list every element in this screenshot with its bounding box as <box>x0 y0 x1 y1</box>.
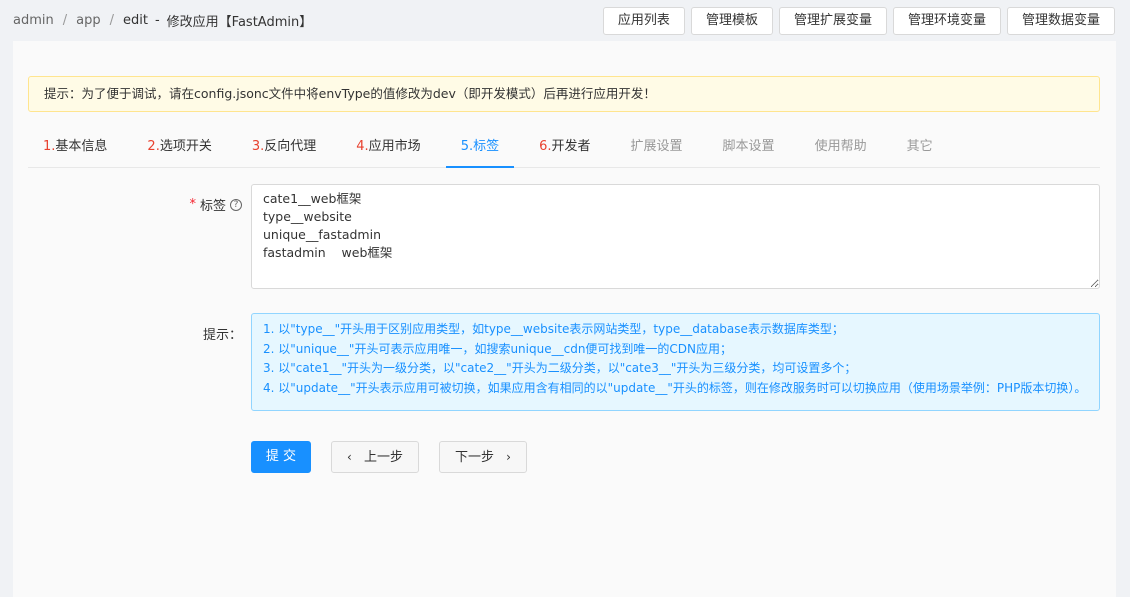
chevron-left-icon: ‹ <box>347 450 352 464</box>
tab-developer[interactable]: 6.开发者 <box>524 127 605 168</box>
top-button-group: 应用列表 管理模板 管理扩展变量 管理环境变量 管理数据变量 <box>602 7 1115 35</box>
tab-basic-info[interactable]: 1.基本信息 <box>28 127 122 168</box>
tab-label: 应用市场 <box>368 139 421 154</box>
app-list-button[interactable]: 应用列表 <box>602 7 685 35</box>
breadcrumb-item-admin[interactable]: admin <box>13 13 54 28</box>
dev-mode-alert: 提示：为了便于调试，请在config.jsonc文件中将envType的值修改为… <box>28 76 1100 112</box>
top-bar: admin / app / edit - 修改应用【FastAdmin】 应用列… <box>0 0 1130 41</box>
breadcrumb-item-app[interactable]: app <box>76 13 100 28</box>
prev-step-button[interactable]: ‹ 上一步 <box>331 441 419 473</box>
tab-number: 5. <box>460 139 474 154</box>
tab-number: 2. <box>147 139 160 154</box>
tab-label: 基本信息 <box>55 139 108 154</box>
tip-line: 2. 以"unique__"开头可表示应用唯一，如搜索unique__cdn便可… <box>263 341 733 356</box>
manage-templates-button[interactable]: 管理模板 <box>690 7 773 35</box>
manage-data-vars-button[interactable]: 管理数据变量 <box>1006 7 1115 35</box>
manage-extension-vars-button[interactable]: 管理扩展变量 <box>778 7 887 35</box>
tip-line: 1. 以"type__"开头用于区别应用类型，如type__website表示网… <box>263 322 844 336</box>
tags-tips-box: 1. 以"type__"开头用于区别应用类型，如type__website表示网… <box>251 313 1100 411</box>
tip-line: 4. 以"update__"开头表示应用可被切换，如果应用含有相同的以"upda… <box>263 380 1087 395</box>
required-mark: * <box>189 197 196 212</box>
tab-label: 标签 <box>473 139 500 154</box>
breadcrumb: admin / app / edit - 修改应用【FastAdmin】 <box>13 11 312 30</box>
tags-label-text: 标签 <box>199 199 226 214</box>
tab-options[interactable]: 2.选项开关 <box>132 127 226 168</box>
chevron-right-icon: › <box>506 450 511 464</box>
manage-env-vars-button[interactable]: 管理环境变量 <box>892 7 1001 35</box>
tab-label: 开发者 <box>551 139 591 154</box>
tip-line: 3. 以"cate1__"开头为一级分类，以"cate2__"开头为二级分类，以… <box>263 361 857 375</box>
tab-number: 4. <box>356 139 369 154</box>
tags-textarea[interactable]: cate1__web框架 type__website unique__fasta… <box>251 184 1100 289</box>
prev-step-label: 上一步 <box>363 450 403 465</box>
tab-bar: 1.基本信息 2.选项开关 3.反向代理 4.应用市场 5.标签 6.开发者 扩… <box>28 127 1100 168</box>
tab-number: 3. <box>251 139 265 154</box>
content-panel: 提示：为了便于调试，请在config.jsonc文件中将envType的值修改为… <box>13 41 1116 597</box>
tab-reverse-proxy[interactable]: 3.反向代理 <box>237 127 331 168</box>
tab-label: 反向代理 <box>264 139 317 154</box>
next-step-button[interactable]: 下一步 › <box>439 441 527 473</box>
tab-number: 6. <box>539 139 552 154</box>
tab-script-settings[interactable]: 脚本设置 <box>708 127 790 168</box>
tab-usage-help[interactable]: 使用帮助 <box>800 127 882 168</box>
tab-number: 1. <box>43 139 56 154</box>
tags-label: * 标签 ? <box>189 195 242 214</box>
question-circle-icon[interactable]: ? <box>230 198 242 211</box>
tab-other[interactable]: 其它 <box>892 127 948 168</box>
page-title: 修改应用【FastAdmin】 <box>166 15 313 30</box>
next-step-label: 下一步 <box>455 450 495 465</box>
tab-tags[interactable]: 5.标签 <box>445 127 515 168</box>
submit-button[interactable]: 提 交 <box>251 441 311 473</box>
breadcrumb-separator: / <box>109 13 114 28</box>
tab-app-market[interactable]: 4.应用市场 <box>341 127 435 168</box>
tab-label: 选项开关 <box>159 139 212 154</box>
tab-extension-settings[interactable]: 扩展设置 <box>616 127 698 168</box>
breadcrumb-item-edit: edit <box>123 13 148 28</box>
breadcrumb-dash: - <box>154 13 160 28</box>
tips-label: 提示： <box>202 328 242 343</box>
breadcrumb-separator: / <box>62 13 68 28</box>
